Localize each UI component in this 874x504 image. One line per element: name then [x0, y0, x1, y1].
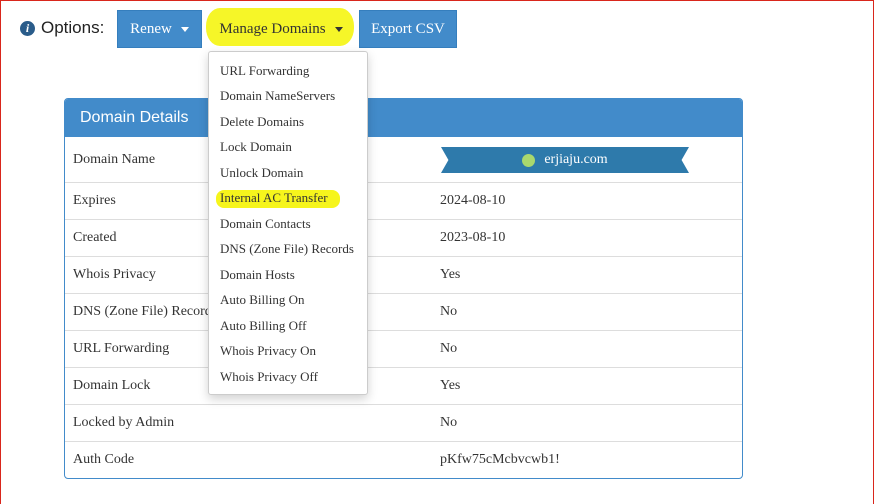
menu-item-whois-privacy-off[interactable]: Whois Privacy Off [209, 364, 367, 390]
row-value: 2023-08-10 [440, 230, 506, 245]
row-label: Created [73, 230, 117, 245]
domain-name-value: erjiaju.com [544, 152, 608, 167]
table-row: Domain Lock Yes [65, 367, 742, 404]
row-value: Yes [440, 267, 461, 282]
table-row: URL Forwarding No [65, 330, 742, 367]
menu-item-label: URL Forwarding [220, 62, 310, 78]
menu-item-label: Internal AC Transfer [220, 190, 328, 206]
table-row: Locked by Admin No [65, 404, 742, 441]
row-label: Expires [73, 193, 116, 208]
menu-item-label: Auto Billing Off [220, 317, 307, 333]
caret-down-icon [180, 26, 189, 32]
info-icon: i [20, 20, 35, 36]
table-row: Domain Name erjiaju.com [65, 137, 742, 182]
row-value: No [440, 341, 458, 356]
row-value: Yes [440, 378, 461, 393]
renew-label: Renew [130, 20, 172, 37]
menu-item-label: Domain Contacts [220, 215, 311, 231]
menu-item-label: Whois Privacy Off [220, 368, 318, 384]
domain-name-ribbon: erjiaju.com [441, 147, 689, 173]
caret-down-icon [334, 26, 343, 32]
menu-item-unlock-domain[interactable]: Unlock Domain [209, 160, 367, 186]
options-label: Options: [41, 18, 105, 37]
row-label: DNS (Zone File) Records [73, 304, 218, 319]
menu-item-label: Whois Privacy On [220, 343, 317, 359]
table-row: Whois Privacy Yes [65, 256, 742, 293]
row-value: pKfw75cMcbvcwb1! [440, 452, 560, 467]
table-row: Created 2023-08-10 [65, 219, 742, 256]
menu-item-domain-hosts[interactable]: Domain Hosts [209, 262, 367, 288]
menu-item-label: Unlock Domain [220, 164, 304, 180]
status-dot-icon [522, 153, 536, 167]
menu-item-label: DNS (Zone File) Records [220, 241, 354, 257]
renew-button[interactable]: Renew [117, 10, 202, 48]
row-label: Auth Code [73, 452, 135, 467]
row-value: 2024-08-10 [440, 193, 506, 208]
row-value: No [440, 304, 458, 319]
export-csv-button[interactable]: Export CSV [359, 10, 457, 48]
options-label-group: i Options: [20, 18, 104, 38]
menu-item-domain-contacts[interactable]: Domain Contacts [209, 211, 367, 237]
row-value: No [440, 415, 458, 430]
menu-item-auto-billing-on[interactable]: Auto Billing On [209, 288, 367, 314]
menu-item-lock-domain[interactable]: Lock Domain [209, 135, 367, 161]
domain-details-panel: Domain Details Domain Name erjiaju.com E… [64, 98, 743, 479]
menu-item-auto-billing-off[interactable]: Auto Billing Off [209, 313, 367, 339]
menu-item-delete-domains[interactable]: Delete Domains [209, 109, 367, 135]
row-label: Domain Name [73, 151, 156, 167]
menu-item-label: Domain Hosts [220, 266, 295, 282]
menu-item-url-forwarding[interactable]: URL Forwarding [209, 58, 367, 84]
panel-title: Domain Details [65, 99, 742, 137]
menu-item-label: Lock Domain [220, 139, 292, 155]
table-row: Expires 2024-08-10 [65, 182, 742, 219]
menu-item-label: Auto Billing On [220, 292, 305, 308]
details-table: Domain Name erjiaju.com Expires 2024-08-… [65, 137, 742, 478]
table-row: Auth Code pKfw75cMcbvcwb1! [65, 441, 742, 478]
row-label: Domain Lock [73, 378, 151, 393]
manage-domains-label: Manage Domains [219, 20, 326, 37]
row-label: Whois Privacy [73, 267, 156, 282]
menu-item-label: Domain NameServers [220, 88, 336, 104]
export-csv-label: Export CSV [371, 20, 445, 37]
menu-item-whois-privacy-on[interactable]: Whois Privacy On [209, 339, 367, 365]
menu-item-dns-zone-file-records[interactable]: DNS (Zone File) Records [209, 237, 367, 263]
row-label: Locked by Admin [73, 415, 175, 430]
menu-item-domain-nameservers[interactable]: Domain NameServers [209, 84, 367, 110]
menu-item-internal-ac-transfer[interactable]: Internal AC Transfer [209, 186, 367, 212]
manage-domains-dropdown-menu: URL Forwarding Domain NameServers Delete… [208, 51, 368, 395]
table-row: DNS (Zone File) Records No [65, 293, 742, 330]
menu-item-label: Delete Domains [220, 113, 305, 129]
row-label: URL Forwarding [73, 341, 170, 356]
manage-domains-button[interactable]: Manage Domains [209, 10, 353, 48]
